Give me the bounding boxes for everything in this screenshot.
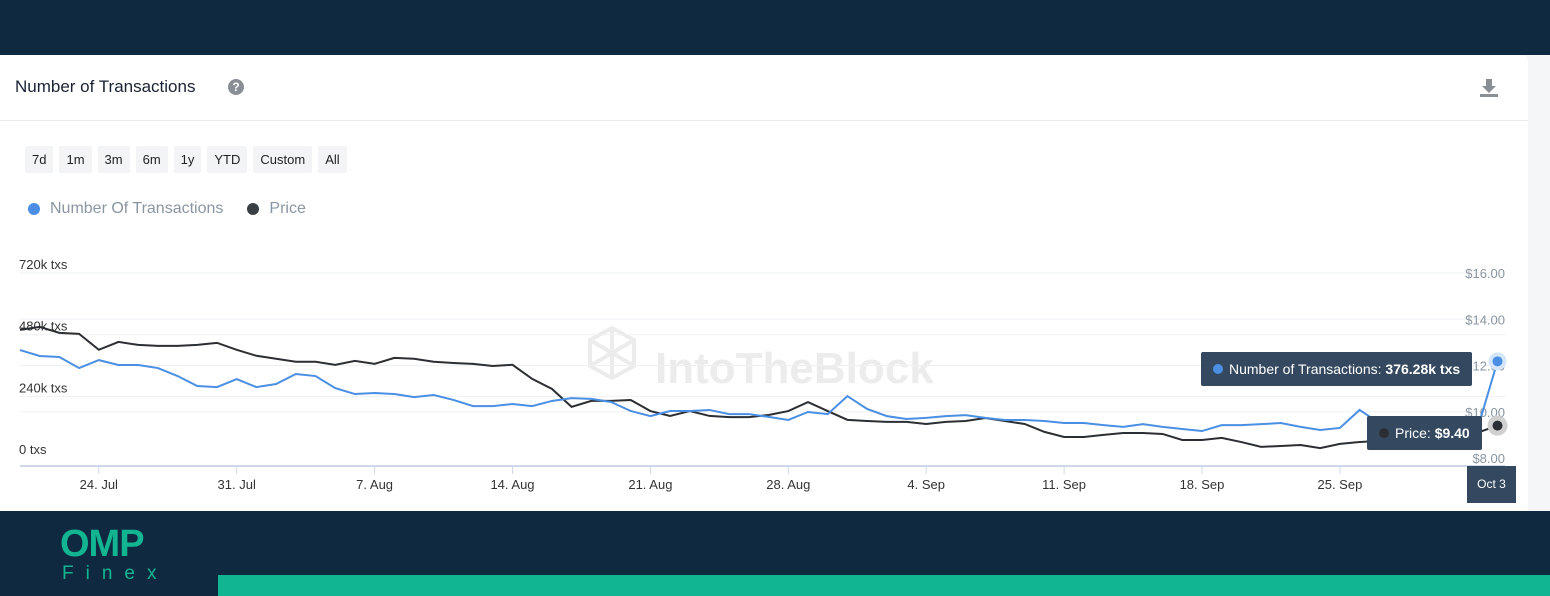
x-tick-label: 25. Sep — [1317, 477, 1362, 492]
tooltip-transactions: Number of Transactions: 376.28k txs — [1201, 352, 1473, 386]
accent-bar — [218, 575, 1550, 596]
tooltip-date: Oct 3 — [1467, 466, 1516, 503]
chart: IntoTheBlock 0 txs 240k txs 480k txs 720k tx… — [19, 257, 1508, 492]
logo-omp: OMP — [60, 523, 145, 565]
y-right-tick-label: $14.00 — [1465, 312, 1505, 327]
y-left-tick-label: 0 txs — [19, 442, 47, 457]
x-tick-label: 24. Jul — [80, 477, 118, 492]
y-right-tick-label: $8.00 — [1472, 451, 1505, 466]
marker-point-tx — [1492, 356, 1503, 367]
x-tick-label: 14. Aug — [490, 477, 534, 492]
y-right-tick-label: $16.00 — [1465, 266, 1505, 281]
x-tick-label: 4. Sep — [907, 477, 945, 492]
x-tick-label: 21. Aug — [628, 477, 672, 492]
y-left-tick-label: 240k txs — [19, 380, 68, 395]
tooltip-tx-value: 376.28k txs — [1385, 361, 1461, 377]
marker-point-price — [1492, 420, 1503, 431]
tooltip-price-label: Price: — [1395, 425, 1431, 441]
y-left-tick-label: 480k txs — [19, 319, 68, 334]
y-left-tick-label: 720k txs — [19, 257, 68, 272]
x-tick-label: 28. Aug — [766, 477, 810, 492]
x-tick-label: 11. Sep — [1042, 477, 1086, 492]
tooltip-tx-label: Number of Transactions: — [1229, 361, 1382, 377]
x-tick-label: 18. Sep — [1180, 477, 1225, 492]
footer: OMP Finex — [0, 511, 1550, 596]
logo-finex: Finex — [62, 563, 169, 584]
x-tick-label: 31. Jul — [218, 477, 256, 492]
x-tick-label: 7. Aug — [356, 477, 393, 492]
tooltip-price-value: $9.40 — [1434, 425, 1470, 441]
watermark-logo-icon — [588, 325, 636, 381]
watermark: IntoTheBlock — [655, 344, 934, 393]
tooltip-price: Price: $9.40 — [1367, 416, 1482, 450]
